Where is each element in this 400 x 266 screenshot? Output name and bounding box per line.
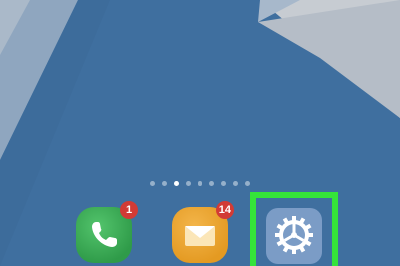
home-screen: 1 14 (0, 0, 400, 266)
page-dot[interactable] (150, 180, 155, 186)
page-dot[interactable] (197, 180, 203, 186)
page-dot[interactable] (185, 180, 191, 186)
page-dot[interactable] (233, 180, 239, 186)
settings-highlight-box (250, 192, 338, 266)
phone-app-button[interactable]: 1 (76, 201, 138, 263)
page-dot-active[interactable] (173, 180, 179, 186)
page-dot[interactable] (245, 180, 251, 186)
email-app-button[interactable]: 14 (172, 201, 234, 263)
page-dot[interactable] (209, 180, 215, 186)
page-dot[interactable] (221, 180, 227, 186)
page-dot[interactable] (161, 180, 167, 186)
phone-notification-badge: 1 (120, 201, 138, 219)
email-notification-badge: 14 (215, 201, 234, 219)
page-indicator[interactable] (150, 180, 251, 186)
